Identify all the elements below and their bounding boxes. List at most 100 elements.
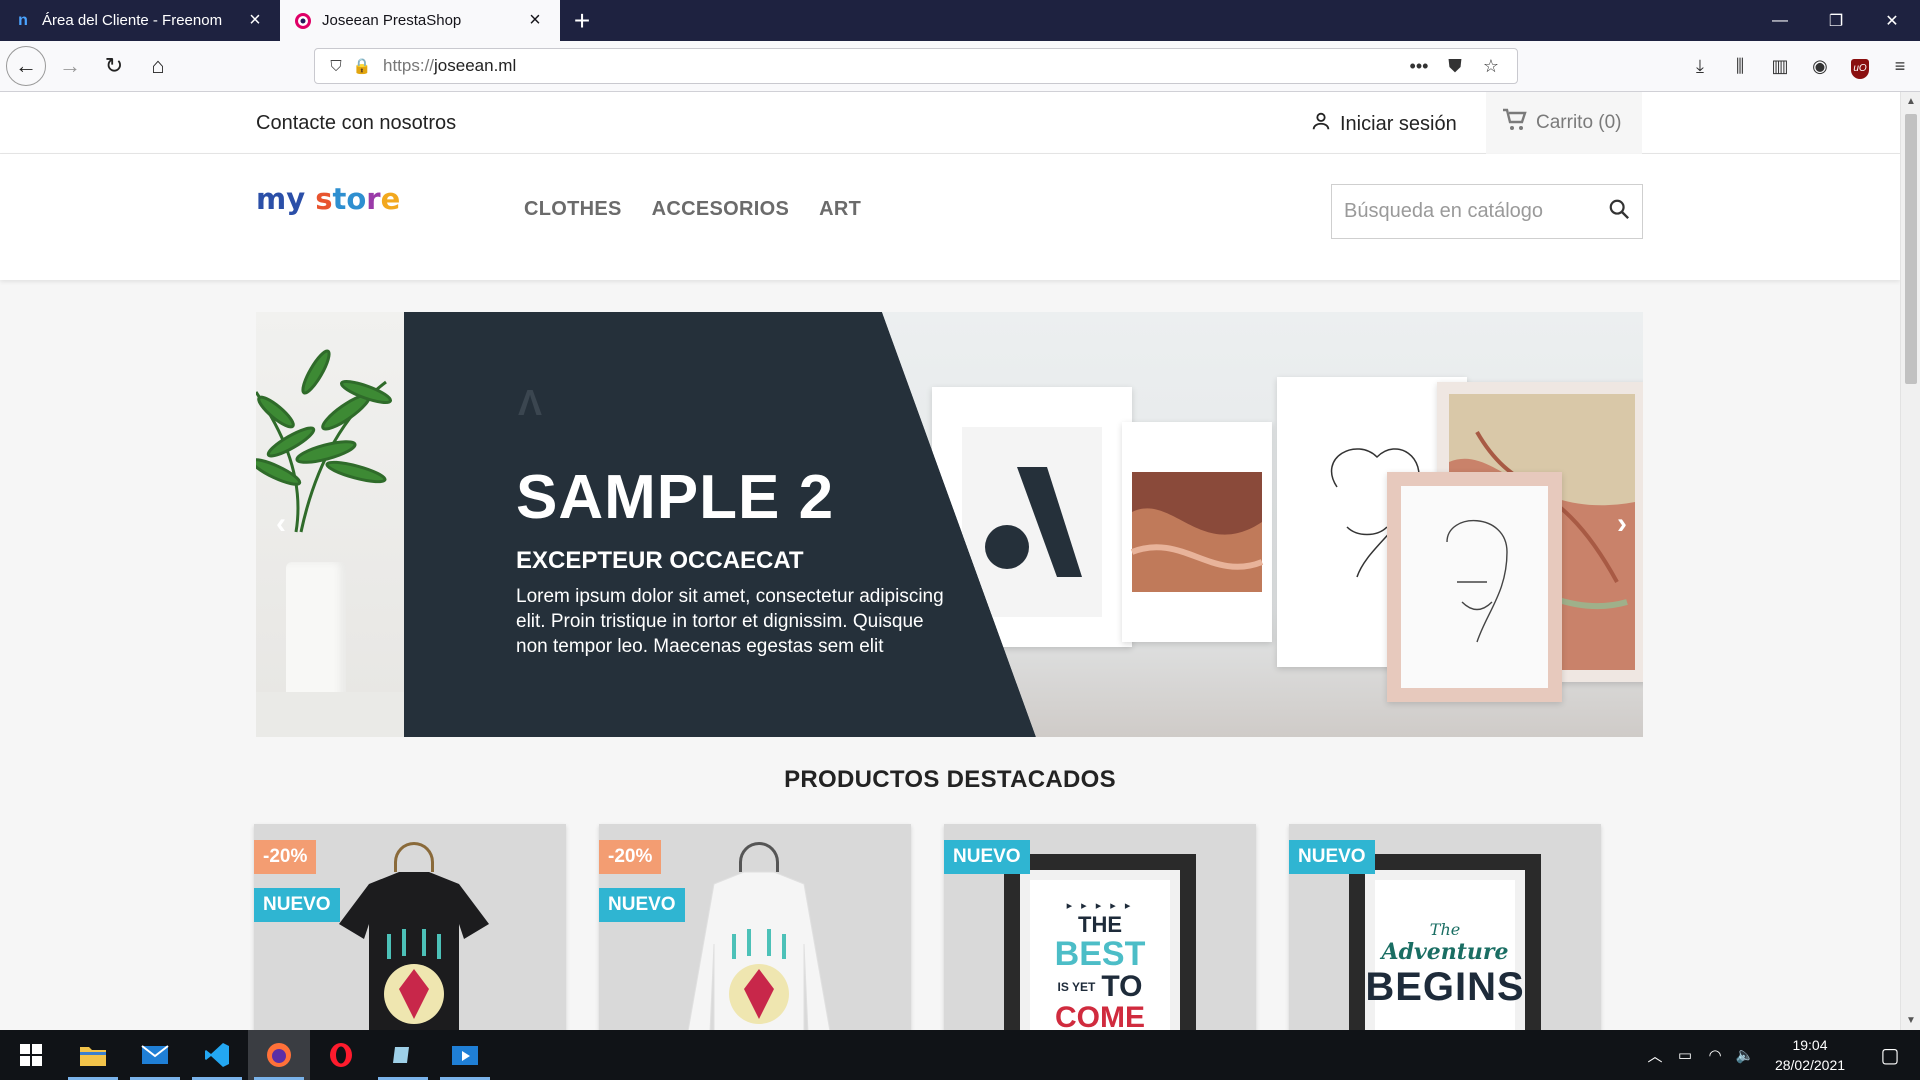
new-badge: NUEVO: [1289, 840, 1375, 874]
image-slider[interactable]: Λ SAMPLE 2 EXCEPTEUR OCCAECAT Lorem ipsu…: [256, 312, 1643, 737]
menu-item-art[interactable]: ART: [819, 198, 861, 221]
search-placeholder: Búsqueda en catálogo: [1344, 200, 1544, 222]
browser-tab-bar: n Área del Cliente - Freenom × Joseean P…: [0, 0, 1920, 41]
slide-title: SAMPLE 2: [516, 463, 835, 532]
opera-icon[interactable]: [310, 1030, 372, 1080]
slider-prev-icon[interactable]: ‹: [276, 507, 286, 541]
scrollbar-thumb[interactable]: [1905, 114, 1917, 384]
home-button[interactable]: ⌂: [138, 46, 178, 86]
minimize-button[interactable]: —: [1752, 0, 1808, 41]
product-card[interactable]: The Adventure BEGINS NUEVO: [1289, 824, 1601, 1030]
library-icon[interactable]: ⫼: [1720, 56, 1760, 77]
url-text[interactable]: https://joseean.ml: [383, 56, 1401, 76]
reload-button[interactable]: ↻: [94, 46, 134, 86]
freenom-icon: n: [18, 11, 28, 29]
new-badge: NUEVO: [599, 888, 685, 922]
tracking-shield-icon[interactable]: ⛉: [323, 58, 349, 75]
frame-pink-face: [1387, 472, 1562, 702]
poster-frame-image: The Adventure BEGINS: [1349, 854, 1541, 1030]
bookmark-star-icon[interactable]: ☆: [1473, 56, 1509, 77]
poster-best-yet-to-come: ▸ ▸ ▸ ▸ ▸ THE BEST IS YET TO COME: [1020, 870, 1180, 1030]
slider-next-icon[interactable]: ›: [1617, 507, 1627, 541]
notes-app-icon[interactable]: [372, 1030, 434, 1080]
user-icon: [1310, 110, 1332, 138]
mail-icon[interactable]: [124, 1030, 186, 1080]
firefox-icon[interactable]: [248, 1030, 310, 1080]
poster-frame-image: ▸ ▸ ▸ ▸ ▸ THE BEST IS YET TO COME: [1004, 854, 1196, 1030]
wifi-icon[interactable]: ◠: [1700, 1046, 1730, 1064]
menu-icon[interactable]: ≡: [1880, 56, 1920, 77]
store-logo[interactable]: my store: [256, 182, 400, 216]
tab-title: Joseean PrestaShop: [322, 12, 462, 29]
start-button[interactable]: [0, 1030, 62, 1080]
slide-logo-mark: Λ: [518, 382, 543, 423]
pocket-icon[interactable]: ⛊: [1437, 56, 1473, 77]
main-menu: CLOTHES ACCESORIOS ART: [524, 198, 861, 221]
volume-icon[interactable]: 🔈: [1730, 1046, 1760, 1064]
black-tshirt-image: [339, 872, 489, 1030]
sidebar-icon[interactable]: ▥: [1760, 56, 1800, 77]
new-tab-button[interactable]: +: [560, 0, 604, 41]
battery-icon[interactable]: ▭: [1670, 1046, 1700, 1064]
discount-badge: -20%: [599, 840, 662, 874]
signin-label: Iniciar sesión: [1340, 112, 1457, 135]
vscode-icon[interactable]: [186, 1030, 248, 1080]
cart-icon: [1502, 108, 1528, 139]
page-scrollbar[interactable]: ▲ ▼: [1900, 92, 1920, 1030]
tab-joseean-prestashop[interactable]: Joseean PrestaShop ×: [280, 0, 560, 41]
white-sweater-image: [687, 871, 831, 1030]
notification-icon[interactable]: ▢: [1860, 1043, 1920, 1068]
clock[interactable]: 19:04 28/02/2021: [1760, 1035, 1860, 1075]
windows-icon: [20, 1044, 42, 1066]
address-bar[interactable]: ⛉ 🔒 https://joseean.ml ••• ⛊ ☆: [314, 48, 1518, 84]
close-window-button[interactable]: ✕: [1864, 0, 1920, 41]
product-card[interactable]: -20% NUEVO: [599, 824, 911, 1030]
browser-nav-bar: ← → ↻ ⌂ ⛉ 🔒 https://joseean.ml ••• ⛊ ☆ ⤓…: [0, 41, 1920, 92]
close-tab-icon[interactable]: ×: [244, 9, 266, 32]
file-explorer-icon[interactable]: [62, 1030, 124, 1080]
plant-pot: [286, 562, 346, 702]
menu-item-accesorios[interactable]: ACCESORIOS: [652, 198, 789, 221]
new-badge: NUEVO: [944, 840, 1030, 874]
scroll-down-icon[interactable]: ▼: [1901, 1015, 1920, 1026]
download-icon[interactable]: ⤓: [1680, 56, 1720, 77]
web-page: Contacte con nosotros Iniciar sesión Car…: [0, 92, 1920, 1030]
page-actions-icon[interactable]: •••: [1401, 56, 1437, 77]
prestashop-icon: [294, 12, 312, 30]
windows-taskbar: ︿ ▭ ◠ 🔈 19:04 28/02/2021 ▢: [0, 1030, 1920, 1080]
search-icon[interactable]: [1608, 198, 1630, 226]
clock-date: 28/02/2021: [1774, 1057, 1846, 1073]
system-tray: ︿ ▭ ◠ 🔈 19:04 28/02/2021 ▢: [1640, 1030, 1920, 1080]
frame-canyon-photo: [1122, 422, 1272, 642]
shop-top-bar: Contacte con nosotros Iniciar sesión Car…: [0, 92, 1900, 154]
scroll-up-icon[interactable]: ▲: [1901, 96, 1920, 107]
restore-button[interactable]: ❐: [1808, 0, 1864, 41]
contact-link[interactable]: Contacte con nosotros: [256, 112, 456, 135]
signin-link[interactable]: Iniciar sesión: [1310, 110, 1457, 138]
slide-description: Lorem ipsum dolor sit amet, consectetur …: [516, 586, 944, 657]
product-card[interactable]: ▸ ▸ ▸ ▸ ▸ THE BEST IS YET TO COME NUEVO: [944, 824, 1256, 1030]
close-tab-icon[interactable]: ×: [524, 9, 546, 32]
toolbar-right: ⤓ ⫼ ▥ ◉ uO ≡: [1680, 41, 1920, 92]
account-icon[interactable]: ◉: [1800, 56, 1840, 77]
ublock-icon[interactable]: uO: [1840, 55, 1880, 79]
window-controls: — ❐ ✕: [1752, 0, 1920, 41]
tab-title: Área del Cliente - Freenom: [42, 12, 223, 29]
product-card[interactable]: -20% NUEVO: [254, 824, 566, 1030]
lock-icon[interactable]: 🔒: [349, 57, 375, 75]
tab-freenom[interactable]: n Área del Cliente - Freenom ×: [0, 0, 280, 41]
new-badge: NUEVO: [254, 888, 340, 922]
shop-header: my store CLOTHES ACCESORIOS ART Búsqueda…: [0, 154, 1900, 280]
tray-chevron-icon[interactable]: ︿: [1640, 1045, 1670, 1066]
forward-button[interactable]: →: [50, 46, 90, 86]
cart-button[interactable]: Carrito (0): [1486, 92, 1642, 154]
plant-stand: [256, 692, 404, 737]
media-app-icon[interactable]: [434, 1030, 496, 1080]
clock-time: 19:04: [1792, 1037, 1828, 1053]
menu-item-clothes[interactable]: CLOTHES: [524, 198, 622, 221]
discount-badge: -20%: [254, 840, 317, 874]
search-input[interactable]: Búsqueda en catálogo: [1331, 184, 1643, 239]
back-button[interactable]: ←: [6, 46, 46, 86]
featured-products-title: PRODUCTOS DESTACADOS: [784, 766, 1116, 793]
cart-label: Carrito (0): [1536, 112, 1622, 133]
